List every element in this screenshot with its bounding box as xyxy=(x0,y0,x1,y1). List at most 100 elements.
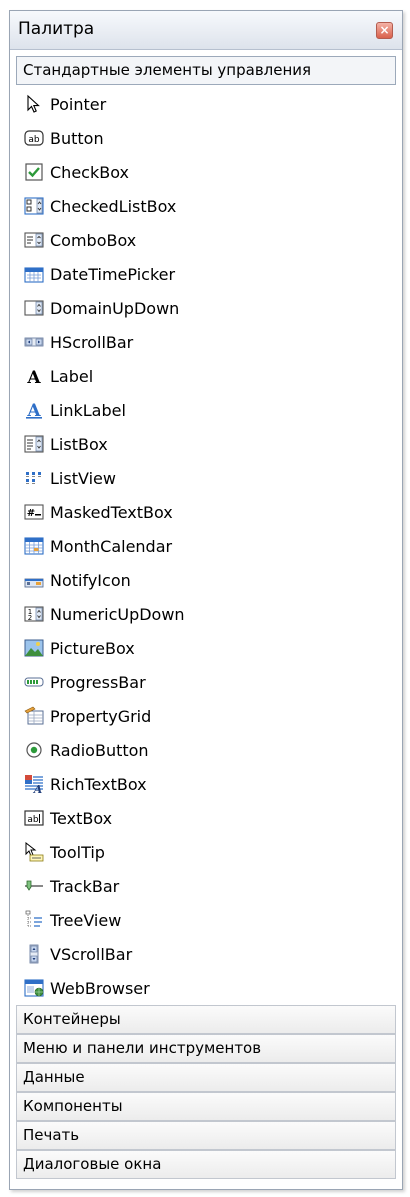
webbrowser-icon xyxy=(24,978,44,998)
button-icon: ab xyxy=(24,128,44,148)
tool-item-label: Pointer xyxy=(50,94,107,114)
tool-item-label: TextBox xyxy=(50,808,113,828)
tool-item-label: RadioButton xyxy=(50,740,149,760)
tool-item-button[interactable]: ab Button xyxy=(16,121,396,155)
tool-item-label: ListBox xyxy=(50,434,108,454)
tool-item-picturebox[interactable]: PictureBox xyxy=(16,631,396,665)
radiobutton-icon xyxy=(24,740,44,760)
group-standard-controls[interactable]: Стандартные элементы управления xyxy=(16,56,396,85)
tool-item-label: DomainUpDown xyxy=(50,298,180,318)
tool-item-webbrowser[interactable]: WebBrowser xyxy=(16,971,396,1005)
pointer-icon xyxy=(24,94,44,114)
tool-item-listview[interactable]: ListView xyxy=(16,461,396,495)
tool-item-hscrollbar[interactable]: HScrollBar xyxy=(16,325,396,359)
tool-item-label: NotifyIcon xyxy=(50,570,131,590)
tool-item-label: PictureBox xyxy=(50,638,135,658)
treeview-icon xyxy=(24,910,44,930)
linklabel-icon: A xyxy=(24,400,44,420)
maskedtextbox-icon: # xyxy=(24,502,44,522)
tool-item-combobox[interactable]: ComboBox xyxy=(16,223,396,257)
tool-item-propertygrid[interactable]: PropertyGrid xyxy=(16,699,396,733)
hscrollbar-icon xyxy=(24,332,44,352)
tool-item-label: Button xyxy=(50,128,104,148)
tool-item-label: LinkLabel xyxy=(50,400,126,420)
svg-text:ab: ab xyxy=(28,135,40,145)
svg-text:A: A xyxy=(26,368,41,386)
vscrollbar-icon xyxy=(24,944,44,964)
tool-item-label: WebBrowser xyxy=(50,978,150,998)
group-data[interactable]: Данные xyxy=(16,1063,396,1092)
tool-item-label: MaskedTextBox xyxy=(50,502,173,522)
tool-item-label: MonthCalendar xyxy=(50,536,173,556)
datetimepicker-icon xyxy=(24,264,44,284)
tool-item-checkedlistbox[interactable]: CheckedListBox xyxy=(16,189,396,223)
tool-item-checkbox[interactable]: CheckBox xyxy=(16,155,396,189)
palette-panel: Палитра × Стандартные элементы управлени… xyxy=(9,10,403,1190)
toolbox-item-list: Pointer ab Button CheckBox CheckedListBo… xyxy=(16,87,396,1005)
tool-item-label: DateTimePicker xyxy=(50,264,176,284)
group-menus-toolbars[interactable]: Меню и панели инструментов xyxy=(16,1034,396,1063)
numericupdown-icon: 12 xyxy=(24,604,44,624)
notifyicon-icon xyxy=(24,570,44,590)
tool-item-datetimepicker[interactable]: DateTimePicker xyxy=(16,257,396,291)
tool-item-label: VScrollBar xyxy=(50,944,133,964)
tool-item-label: ProgressBar xyxy=(50,672,146,692)
tool-item-treeview[interactable]: TreeView xyxy=(16,903,396,937)
tool-item-label: CheckBox xyxy=(50,162,129,182)
tool-item-monthcalendar[interactable]: MonthCalendar xyxy=(16,529,396,563)
tool-item-notifyicon[interactable]: NotifyIcon xyxy=(16,563,396,597)
tool-item-domainupdown[interactable]: DomainUpDown xyxy=(16,291,396,325)
tool-item-label: ComboBox xyxy=(50,230,137,250)
tool-item-radiobutton[interactable]: RadioButton xyxy=(16,733,396,767)
group-printing[interactable]: Печать xyxy=(16,1121,396,1150)
tool-item-trackbar[interactable]: TrackBar xyxy=(16,869,396,903)
tool-item-label: RichTextBox xyxy=(50,774,147,794)
picturebox-icon xyxy=(24,638,44,658)
monthcalendar-icon xyxy=(24,536,44,556)
tool-item-label: CheckedListBox xyxy=(50,196,177,216)
tool-item-tooltip[interactable]: ToolTip xyxy=(16,835,396,869)
combobox-icon xyxy=(24,230,44,250)
group-containers[interactable]: Контейнеры xyxy=(16,1005,396,1034)
propertygrid-icon xyxy=(24,706,44,726)
svg-text:ab: ab xyxy=(27,815,39,825)
checkbox-icon xyxy=(24,162,44,182)
trackbar-icon xyxy=(24,876,44,896)
group-components[interactable]: Компоненты xyxy=(16,1092,396,1121)
listview-icon xyxy=(24,468,44,488)
tool-item-label: ToolTip xyxy=(50,842,105,862)
tool-item-maskedtextbox[interactable]: # MaskedTextBox xyxy=(16,495,396,529)
svg-text:#: # xyxy=(27,508,35,519)
group-dialogs[interactable]: Диалоговые окна xyxy=(16,1150,396,1179)
tooltip-icon xyxy=(24,842,44,862)
checkedlistbox-icon xyxy=(24,196,44,216)
tool-item-listbox[interactable]: ListBox xyxy=(16,427,396,461)
tool-item-textbox[interactable]: ab TextBox xyxy=(16,801,396,835)
titlebar: Палитра × xyxy=(10,11,402,50)
tool-item-label: Label xyxy=(50,366,94,386)
label-icon: A xyxy=(24,366,44,386)
svg-text:A: A xyxy=(33,783,43,794)
tool-item-label: TreeView xyxy=(50,910,122,930)
tool-item-linklabel[interactable]: A LinkLabel xyxy=(16,393,396,427)
domainupdown-icon xyxy=(24,298,44,318)
panel-title: Палитра xyxy=(18,19,95,39)
svg-text:2: 2 xyxy=(28,614,32,622)
tool-item-richtextbox[interactable]: A RichTextBox xyxy=(16,767,396,801)
progressbar-icon xyxy=(24,672,44,692)
tool-item-progressbar[interactable]: ProgressBar xyxy=(16,665,396,699)
textbox-icon: ab xyxy=(24,808,44,828)
listbox-icon xyxy=(24,434,44,454)
tool-item-pointer[interactable]: Pointer xyxy=(16,87,396,121)
tool-item-label-control[interactable]: A Label xyxy=(16,359,396,393)
close-icon: × xyxy=(379,23,390,37)
tool-item-numericupdown[interactable]: 12 NumericUpDown xyxy=(16,597,396,631)
tool-item-label: HScrollBar xyxy=(50,332,134,352)
tool-item-label: PropertyGrid xyxy=(50,706,152,726)
tool-item-label: ListView xyxy=(50,468,116,488)
tool-item-label: TrackBar xyxy=(50,876,120,896)
richtextbox-icon: A xyxy=(24,774,44,794)
tool-item-vscrollbar[interactable]: VScrollBar xyxy=(16,937,396,971)
tool-item-label: NumericUpDown xyxy=(50,604,185,624)
close-button[interactable]: × xyxy=(376,22,393,39)
